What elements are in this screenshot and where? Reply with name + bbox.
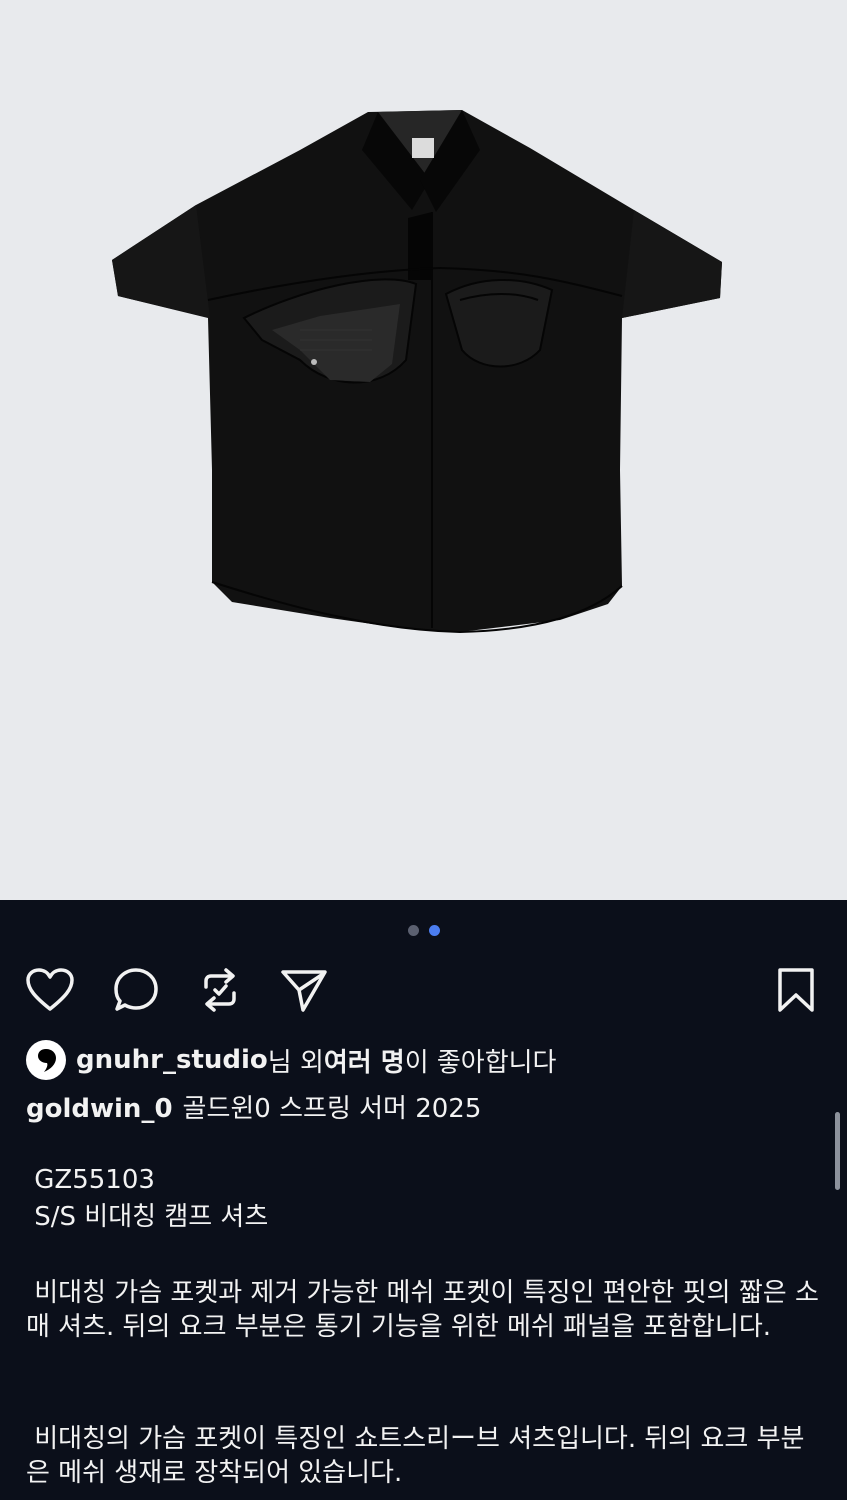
avatar[interactable] [26, 1040, 66, 1080]
comment-icon[interactable] [108, 962, 164, 1018]
author-username[interactable]: goldwin_0 [26, 1094, 173, 1124]
liker-username[interactable]: gnuhr_studio [76, 1045, 268, 1075]
scrollbar[interactable] [835, 1112, 840, 1190]
post-image[interactable] [0, 0, 847, 900]
carousel-dot-active [428, 925, 440, 936]
product-name: S/S 비대칭 캠프 셔츠 [26, 1202, 269, 1232]
likes-summary[interactable]: gnuhr_studio 님 외 여러 명 이 좋아합니다 [26, 1040, 556, 1080]
product-code: GZ55103 [26, 1165, 155, 1195]
bookmark-icon[interactable] [768, 962, 824, 1018]
repost-icon[interactable] [192, 962, 248, 1018]
carousel-indicator [0, 925, 847, 937]
send-icon[interactable] [276, 962, 332, 1018]
studio-logo-icon [38, 1049, 56, 1072]
carousel-dot [407, 925, 419, 936]
likes-text: 님 외 [267, 1047, 324, 1078]
caption-title: 골드윈0 스프링 서머 2025 [182, 1094, 482, 1124]
likes-others-link[interactable]: 여러 명 [324, 1042, 405, 1079]
caption-header: goldwin_0 골드윈0 스프링 서머 2025 [26, 1088, 481, 1125]
heart-icon[interactable] [22, 962, 78, 1018]
likes-text-end: 이 좋아합니다 [404, 1047, 557, 1078]
post-action-bar [22, 962, 822, 1018]
caption-paragraph-2: 비대칭의 가슴 포켓이 특징인 쇼트스리ー브 셔츠입니다. 뒤의 요크 부분은 … [26, 1424, 805, 1488]
shirt-illustration [112, 110, 722, 634]
caption-paragraph-1: 비대칭 가슴 포켓과 제거 가능한 메쉬 포켓이 특징인 편안한 핏의 짧은 소… [26, 1278, 819, 1342]
